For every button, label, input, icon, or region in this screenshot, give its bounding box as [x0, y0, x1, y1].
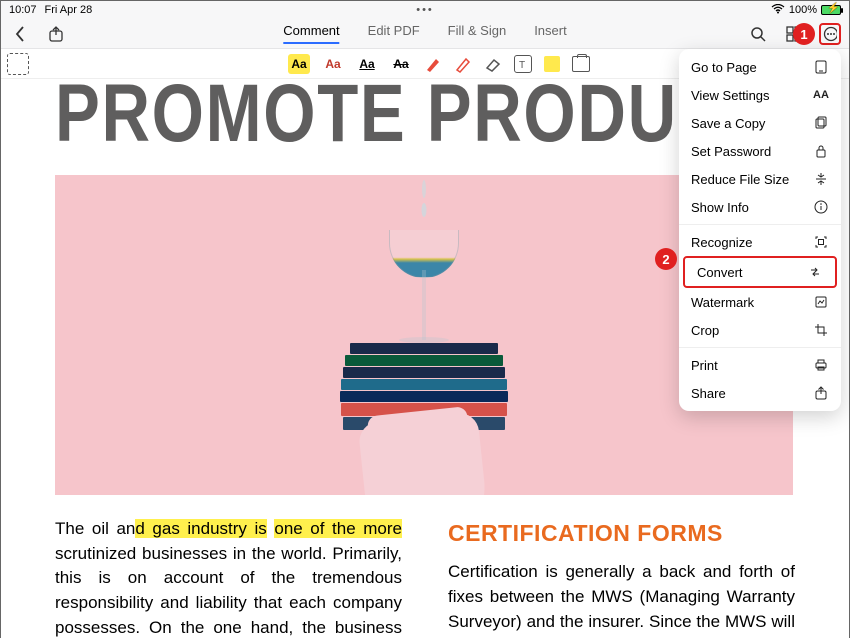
menu-reduce-size[interactable]: Reduce File Size	[679, 165, 841, 193]
menu-share[interactable]: Share	[679, 379, 841, 407]
more-button[interactable]	[819, 23, 841, 45]
battery-percent: 100%	[789, 4, 817, 16]
body-text-left: The oil and gas industry is one of the m…	[55, 519, 402, 639]
svg-text:T: T	[519, 60, 525, 71]
status-bar: 10:07 Fri Apr 28 ••• 100% ⚡	[1, 1, 849, 19]
scan-icon	[813, 234, 829, 250]
highlight-tool[interactable]: Aa	[288, 54, 310, 74]
column-left: The oil and gas industry is one of the m…	[55, 517, 402, 639]
section-heading: CERTIFICATION FORMS	[448, 517, 795, 550]
menu-watermark[interactable]: Watermark	[679, 288, 841, 316]
menu-set-password[interactable]: Set Password	[679, 137, 841, 165]
more-menu: Go to Page View SettingsAA Save a Copy S…	[679, 49, 841, 411]
eraser-tool[interactable]	[484, 55, 502, 73]
text-size-icon: AA	[813, 87, 829, 103]
menu-go-to-page[interactable]: Go to Page	[679, 53, 841, 81]
page-heading: PROMOTE PRODUCTIV	[55, 79, 706, 161]
share-action-icon[interactable]	[45, 23, 67, 45]
compress-icon	[813, 171, 829, 187]
status-dots: •••	[416, 4, 434, 16]
menu-show-info[interactable]: Show Info	[679, 193, 841, 221]
wifi-icon	[771, 4, 785, 17]
menu-crop[interactable]: Crop	[679, 316, 841, 344]
lock-icon	[813, 143, 829, 159]
tab-edit-pdf[interactable]: Edit PDF	[368, 23, 420, 44]
column-right: CERTIFICATION FORMS Certification is gen…	[448, 517, 795, 639]
menu-recognize[interactable]: Recognize	[679, 228, 841, 256]
convert-icon	[807, 264, 823, 280]
goto-icon	[813, 59, 829, 75]
search-icon[interactable]	[747, 23, 769, 45]
menu-print[interactable]: Print	[679, 351, 841, 379]
callout-2: 2	[655, 248, 677, 270]
underline-tool[interactable]: Aa	[356, 54, 378, 74]
watermark-icon	[813, 294, 829, 310]
status-date: Fri Apr 28	[45, 4, 93, 16]
crop-icon	[813, 322, 829, 338]
menu-save-copy[interactable]: Save a Copy	[679, 109, 841, 137]
tab-comment[interactable]: Comment	[283, 23, 339, 44]
status-time: 10:07	[9, 4, 37, 16]
menu-view-settings[interactable]: View SettingsAA	[679, 81, 841, 109]
stamp-tool[interactable]	[572, 56, 590, 72]
strikeout-red-tool[interactable]: Aa	[322, 54, 344, 74]
top-toolbar: Comment Edit PDF Fill & Sign Insert	[1, 19, 849, 49]
tab-insert[interactable]: Insert	[534, 23, 567, 44]
info-icon	[813, 199, 829, 215]
back-button[interactable]	[9, 23, 31, 45]
body-text-right: Certification is generally a back and fo…	[448, 562, 795, 639]
copy-icon	[813, 115, 829, 131]
menu-convert[interactable]: Convert	[683, 256, 837, 288]
share-icon	[813, 385, 829, 401]
tab-fill-sign[interactable]: Fill & Sign	[448, 23, 507, 44]
sticky-note-tool[interactable]	[544, 56, 560, 72]
selection-tool-icon[interactable]	[7, 53, 29, 75]
textbox-tool[interactable]: T	[514, 55, 532, 73]
print-icon	[813, 357, 829, 373]
marker-red-tool[interactable]	[424, 55, 442, 73]
strikethrough-tool[interactable]: Aa	[390, 54, 412, 74]
callout-1: 1	[793, 23, 815, 45]
battery-icon: ⚡	[821, 5, 841, 15]
marker-pink-tool[interactable]	[454, 55, 472, 73]
